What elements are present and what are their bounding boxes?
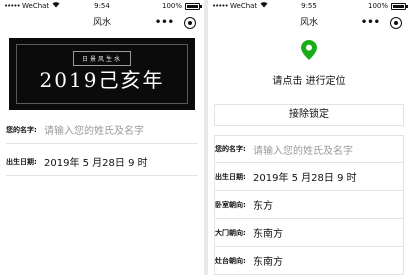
name-row[interactable]: 您的名字: 请输入您的姓氏及名字 xyxy=(214,135,404,163)
location-pin-icon[interactable] xyxy=(301,40,317,60)
birth-date-label: 出生日期: xyxy=(215,172,246,181)
bedroom-direction-value[interactable]: 东方 xyxy=(253,197,273,212)
battery-percent: 100% xyxy=(367,2,388,10)
banner-year: 2019己亥年 xyxy=(39,68,165,92)
birth-date-row[interactable]: 出生日期: 2019年 5 月28日 9 时 xyxy=(6,148,198,176)
target-icon[interactable] xyxy=(184,17,196,29)
banner-subtitle: 日景风生水 xyxy=(9,46,195,66)
stove-direction-row[interactable]: 灶台朝向: 东南方 xyxy=(214,247,404,275)
more-menu-button[interactable]: ••• xyxy=(155,12,174,34)
target-icon[interactable] xyxy=(390,17,402,29)
unlock-button[interactable]: 接除锁定 xyxy=(214,104,404,126)
door-direction-label: 大门朝向: xyxy=(215,228,246,237)
phone-screen-left: ••••• WeChat 9:54 100% 风水 ••• 日景风生水 2019… xyxy=(0,0,204,275)
battery-icon xyxy=(185,3,202,10)
name-input[interactable]: 请输入您的姓氏及名字 xyxy=(44,122,144,137)
stove-direction-value[interactable]: 东南方 xyxy=(253,253,283,268)
door-direction-row[interactable]: 大门朝向: 东南方 xyxy=(214,219,404,247)
stove-direction-label: 灶台朝向: xyxy=(215,256,246,265)
name-row[interactable]: 您的名字: 请输入您的姓氏及名字 xyxy=(6,116,198,144)
name-label: 您的名字: xyxy=(215,145,246,153)
more-menu-button[interactable]: ••• xyxy=(361,12,380,34)
locate-hint[interactable]: 请点击 进行定位 xyxy=(208,72,410,87)
name-label: 您的名字: xyxy=(6,125,37,134)
birth-date-row[interactable]: 出生日期: 2019年 5 月28日 9 时 xyxy=(214,163,404,191)
status-bar: ••••• WeChat 9:55 100% xyxy=(208,0,410,12)
battery-percent: 100% xyxy=(161,2,182,10)
birth-date-picker[interactable]: 2019年 5 月28日 9 时 xyxy=(44,154,148,169)
birth-date-label: 出生日期: xyxy=(6,157,37,166)
status-bar: ••••• WeChat 9:54 100% xyxy=(0,0,204,12)
door-direction-value[interactable]: 东南方 xyxy=(253,225,283,240)
nav-bar: 风水 ••• xyxy=(208,12,410,34)
bedroom-direction-label: 卧室朝向: xyxy=(215,200,246,209)
bedroom-direction-row[interactable]: 卧室朝向: 东方 xyxy=(214,191,404,219)
phone-screen-right: ••••• WeChat 9:55 100% 风水 ••• 请点击 进行定位 接… xyxy=(208,0,410,275)
year-banner: 日景风生水 2019己亥年 xyxy=(9,38,195,110)
nav-bar: 风水 ••• xyxy=(0,12,204,34)
battery-icon xyxy=(391,3,408,10)
name-input[interactable]: 请输入您的姓氏及名字 xyxy=(253,142,353,157)
birth-date-picker[interactable]: 2019年 5 月28日 9 时 xyxy=(253,169,357,184)
